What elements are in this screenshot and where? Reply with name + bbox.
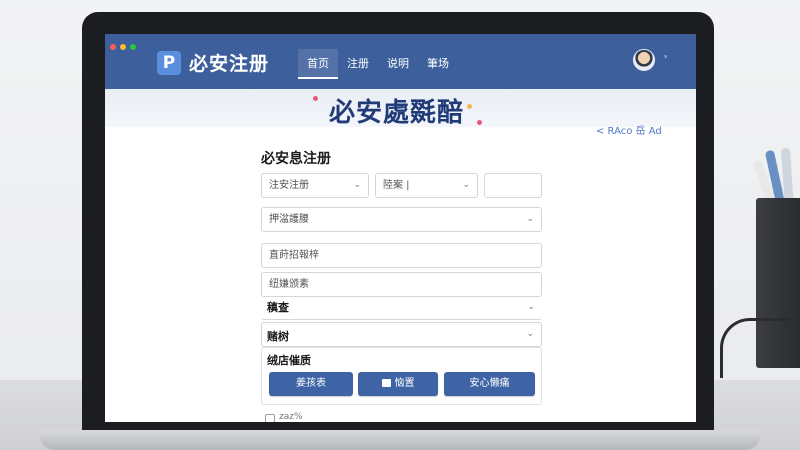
category-select[interactable]: 陸案 | ⌄ [375,173,478,198]
confirm-button[interactable]: 恼置 [358,372,438,396]
chevron-down-icon[interactable]: ᵛ [664,54,668,64]
top-navbar: P 必安注册 首页 注册 说明 筆场 ᵛ [105,34,696,89]
tab-help[interactable]: 说明 [378,49,418,79]
section-label: 绒店催质 [267,354,311,367]
field-placeholder: 纽嫌颁素 [269,279,309,290]
button-label: 姜孩表 [296,378,326,389]
tab-notes[interactable]: 筆场 [418,49,458,79]
chevron-down-icon: ⌄ [527,302,535,312]
user-avatar[interactable] [633,49,655,71]
field-value: 押湓護腰 [269,214,309,225]
close-window-button[interactable] [110,44,116,50]
tab-register[interactable]: 注册 [338,49,378,79]
nav-tabs: 首页 注册 说明 筆场 [298,49,458,79]
brand-name[interactable]: 必安注册 [189,49,269,76]
name-input[interactable]: 直莳招報梓 [261,243,542,268]
form-title: 必安息注册 [261,151,331,167]
decorative-dot [313,96,318,101]
field-placeholder: 陸案 | [383,180,410,191]
select-label: 赌树 [267,330,289,343]
chevron-down-icon: ⌄ [526,329,534,339]
cable [720,318,790,378]
detail-input[interactable]: 纽嫌颁素 [261,272,542,297]
chevron-down-icon: ⌄ [462,180,470,190]
laptop-screen: P 必安注册 首页 注册 说明 筆场 ᵛ 必安處毲醅 < RAco 岳 Ad 必… [105,34,696,422]
submit-button[interactable]: 姜孩表 [269,372,353,396]
minimize-window-button[interactable] [120,44,126,50]
field-placeholder: 直莳招報梓 [269,250,319,261]
option-select-a[interactable]: ⌄ [261,296,542,320]
language-switch-link[interactable]: < RAco 岳 Ad [596,122,662,137]
registration-type-select[interactable]: 注安注册 ⌄ [261,173,369,198]
field-placeholder: 注安注册 [269,180,309,191]
decorative-dot [477,120,482,125]
checkbox-label: zaz% [279,412,303,422]
maximize-window-button[interactable] [130,44,136,50]
check-box-icon [381,379,391,387]
desk-scene: P 必安注册 首页 注册 说明 筆场 ᵛ 必安處毲醅 < RAco 岳 Ad 必… [0,0,800,450]
decorative-dot [467,104,472,109]
agreement-checkbox[interactable] [265,414,275,422]
laptop-base [40,430,760,450]
button-label: 恼置 [394,378,415,389]
protection-select[interactable]: 押湓護腰 ⌄ [261,207,542,232]
option-select-b[interactable]: ⌄ [261,322,542,347]
window-controls [110,44,136,50]
button-label: 安心懒痛 [469,378,510,389]
chevron-down-icon: ⌄ [526,214,534,224]
secure-button[interactable]: 安心懒痛 [444,372,535,396]
tab-home[interactable]: 首页 [298,49,338,79]
short-input[interactable] [484,173,542,198]
app-logo-icon[interactable]: P [157,51,181,75]
banner-title: 必安處毲醅 [329,98,465,128]
chevron-down-icon: ⌄ [353,180,361,190]
